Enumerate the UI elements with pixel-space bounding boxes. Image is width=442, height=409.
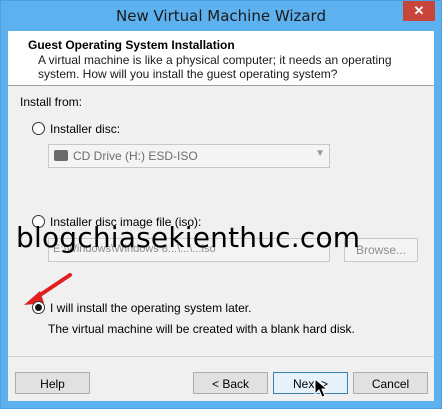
close-button[interactable]: ✕ — [403, 1, 435, 21]
page-title: Guest Operating System Installation — [28, 38, 235, 52]
installer-disc-radio[interactable] — [32, 122, 45, 135]
disc-drive-dropdown[interactable]: CD Drive (H:) ESD-ISO ▼ — [48, 144, 330, 168]
window-title: New Virtual Machine Wizard — [116, 7, 326, 25]
mouse-cursor-icon — [314, 378, 328, 398]
install-later-note: The virtual machine will be created with… — [48, 322, 355, 336]
title-bar[interactable]: New Virtual Machine Wizard ✕ — [1, 1, 441, 31]
next-button[interactable]: Next > — [273, 372, 348, 394]
wizard-content: Guest Operating System Installation A vi… — [8, 31, 434, 401]
footer-divider — [8, 356, 434, 357]
install-later-label[interactable]: I will install the operating system late… — [50, 301, 251, 315]
disc-drive-value: CD Drive (H:) ESD-ISO — [73, 149, 198, 163]
watermark-text: blogchiasekienthuc.com — [16, 221, 361, 254]
page-description: A virtual machine is like a physical com… — [38, 53, 392, 81]
installer-disc-label[interactable]: Installer disc: — [50, 122, 120, 136]
help-button[interactable]: Help — [15, 372, 90, 394]
cancel-button[interactable]: Cancel — [353, 372, 428, 394]
install-later-radio[interactable] — [32, 301, 45, 314]
wizard-header: Guest Operating System Installation A vi… — [8, 31, 434, 86]
wizard-window: New Virtual Machine Wizard ✕ Guest Opera… — [0, 0, 442, 409]
dvd-drive-icon — [54, 150, 68, 161]
back-button[interactable]: < Back — [193, 372, 268, 394]
install-from-label: Install from: — [20, 95, 83, 109]
chevron-down-icon: ▼ — [315, 148, 325, 159]
